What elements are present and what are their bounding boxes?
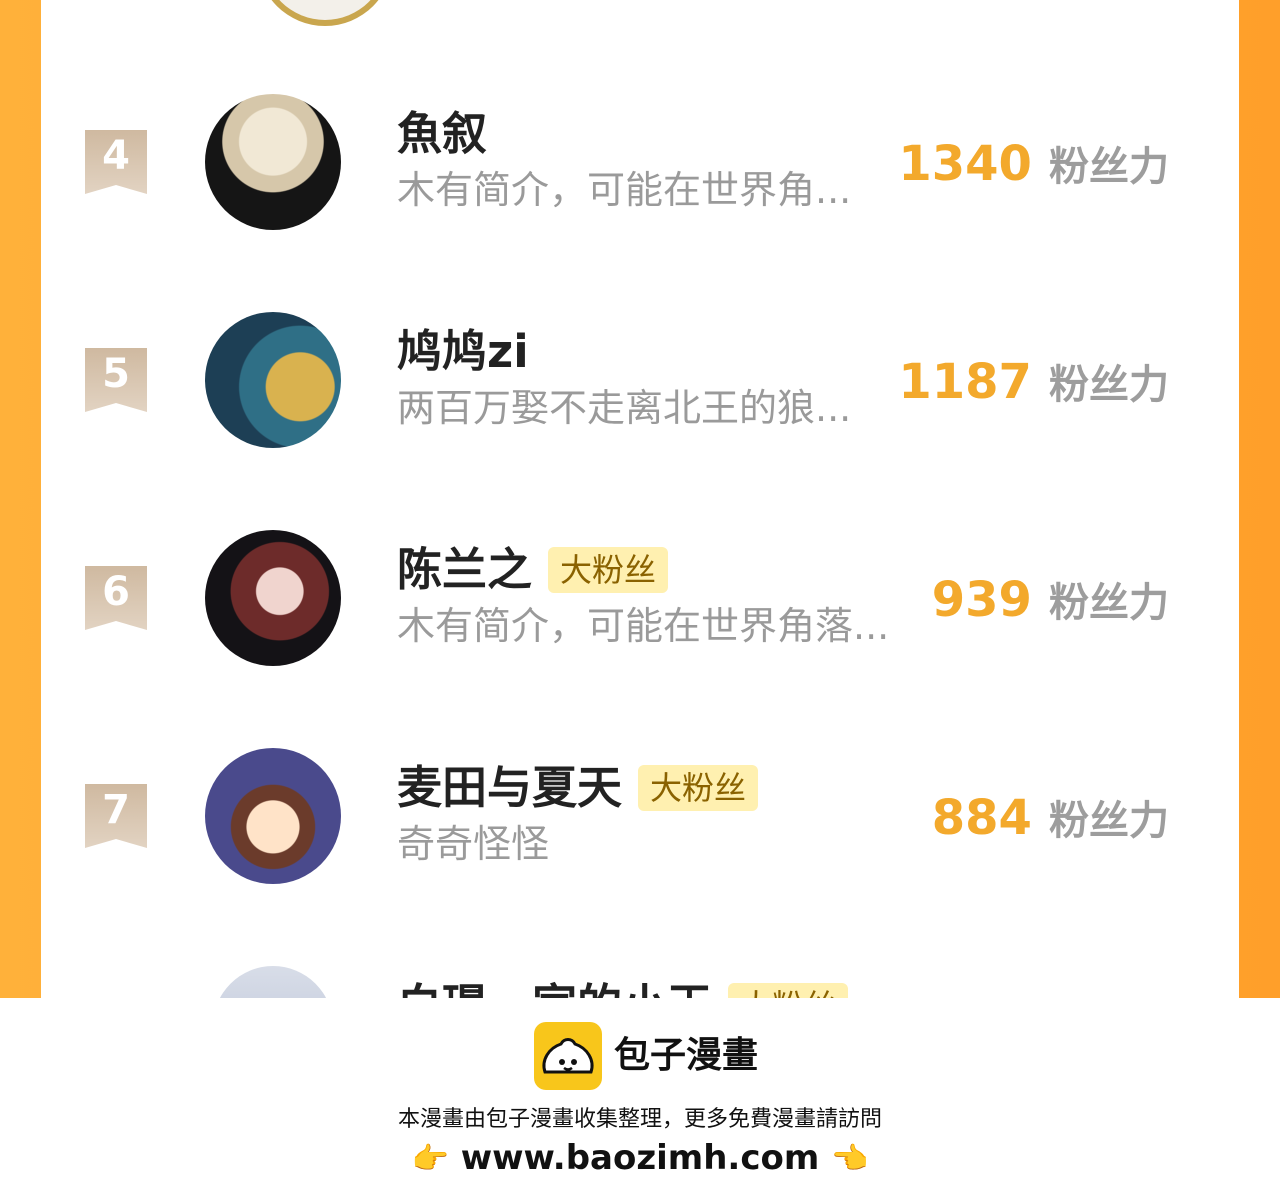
- user-name: 陈兰之: [397, 543, 533, 596]
- rank-ribbon: 5: [85, 348, 147, 412]
- ranking-frame: 4 魚叙 木有简介，可能在世界角... 1340 粉丝力 5 鸠鸠zi 两百万娶…: [0, 0, 1280, 998]
- big-fan-badge: 大粉丝: [728, 983, 849, 998]
- avatar[interactable]: [205, 748, 341, 884]
- avatar[interactable]: [205, 94, 341, 230]
- avatar[interactable]: [205, 530, 341, 666]
- name-line: 麦田与夏天 大粉丝: [397, 758, 759, 818]
- rank-number: 5: [102, 351, 130, 397]
- score-value: 1340: [898, 136, 1032, 192]
- pointing-left-hand-icon: 👈: [831, 1141, 869, 1177]
- rank-number: 6: [102, 569, 130, 615]
- fan-power-score: 884 粉丝力: [932, 788, 1169, 846]
- user-name: 魚叙: [397, 107, 488, 160]
- user-name: 麦田与夏天: [397, 761, 623, 814]
- fan-power-score: 939 粉丝力: [932, 570, 1169, 628]
- source-note: 本漫畫由包子漫畫收集整理，更多免費漫畫請訪問: [397, 1107, 882, 1132]
- name-line: 陈兰之 大粉丝: [397, 540, 669, 600]
- score-value: 1187: [898, 354, 1032, 410]
- user-bio: 奇奇怪怪: [397, 822, 550, 866]
- ranking-panel: 4 魚叙 木有简介，可能在世界角... 1340 粉丝力 5 鸠鸠zi 两百万娶…: [41, 0, 1239, 998]
- avatar-partial-top: [257, 0, 393, 26]
- ranking-row-7[interactable]: 7 麦田与夏天 大粉丝 奇奇怪怪 884 粉丝力: [41, 748, 1239, 888]
- user-name: 鸠鸠zi: [397, 325, 529, 378]
- user-name: 白璟一家的小王: [397, 978, 712, 998]
- ranking-row-4[interactable]: 4 魚叙 木有简介，可能在世界角... 1340 粉丝力: [41, 94, 1239, 234]
- rank-ribbon: 6: [85, 566, 147, 630]
- name-line: 白璟一家的小王 大粉丝: [397, 976, 849, 998]
- ranking-row-next-partial[interactable]: 白璟一家的小王 大粉丝: [41, 966, 1239, 998]
- brand-name: 包子漫畫: [614, 1035, 759, 1076]
- score-value: 939: [931, 572, 1032, 628]
- score-unit: 粉丝力: [1049, 580, 1169, 626]
- score-unit: 粉丝力: [1049, 798, 1169, 844]
- avatar[interactable]: [205, 312, 341, 448]
- ranking-row-5[interactable]: 5 鸠鸠zi 两百万娶不走离北王的狼... 1187 粉丝力: [41, 312, 1239, 452]
- user-bio: 木有简介，可能在世界角落...: [397, 604, 890, 648]
- score-unit: 粉丝力: [1049, 362, 1169, 408]
- score-unit: 粉丝力: [1049, 144, 1169, 190]
- avatar[interactable]: [213, 966, 333, 998]
- site-link-line[interactable]: 👉 www.baozimh.com 👈: [0, 1138, 1280, 1180]
- site-url[interactable]: www.baozimh.com: [461, 1138, 820, 1178]
- fan-power-score: 1340 粉丝力: [898, 134, 1169, 192]
- name-line: 魚叙: [397, 104, 487, 164]
- rank-ribbon: 4: [85, 130, 147, 194]
- pointing-right-hand-icon: 👉: [411, 1141, 449, 1177]
- fan-power-score: 1187 粉丝力: [898, 352, 1169, 410]
- rank-number: 7: [102, 787, 130, 833]
- bun-icon-svg: [542, 1038, 594, 1074]
- bun-icon: [534, 1022, 602, 1090]
- rank-ribbon: 7: [85, 784, 147, 848]
- footer: 包子漫畫 本漫畫由包子漫畫收集整理，更多免費漫畫請訪問 👉 www.baozim…: [0, 998, 1280, 1199]
- big-fan-badge: 大粉丝: [548, 547, 669, 593]
- brand-logo: 包子漫畫: [534, 1022, 758, 1090]
- ranking-row-6[interactable]: 6 陈兰之 大粉丝 木有简介，可能在世界角落... 939 粉丝力: [41, 530, 1239, 670]
- user-bio: 木有简介，可能在世界角...: [397, 168, 852, 212]
- name-line: 鸠鸠zi: [397, 322, 529, 382]
- score-value: 884: [931, 790, 1032, 846]
- user-bio: 两百万娶不走离北王的狼...: [397, 386, 852, 430]
- big-fan-badge: 大粉丝: [638, 765, 759, 811]
- rank-number: 4: [102, 133, 130, 179]
